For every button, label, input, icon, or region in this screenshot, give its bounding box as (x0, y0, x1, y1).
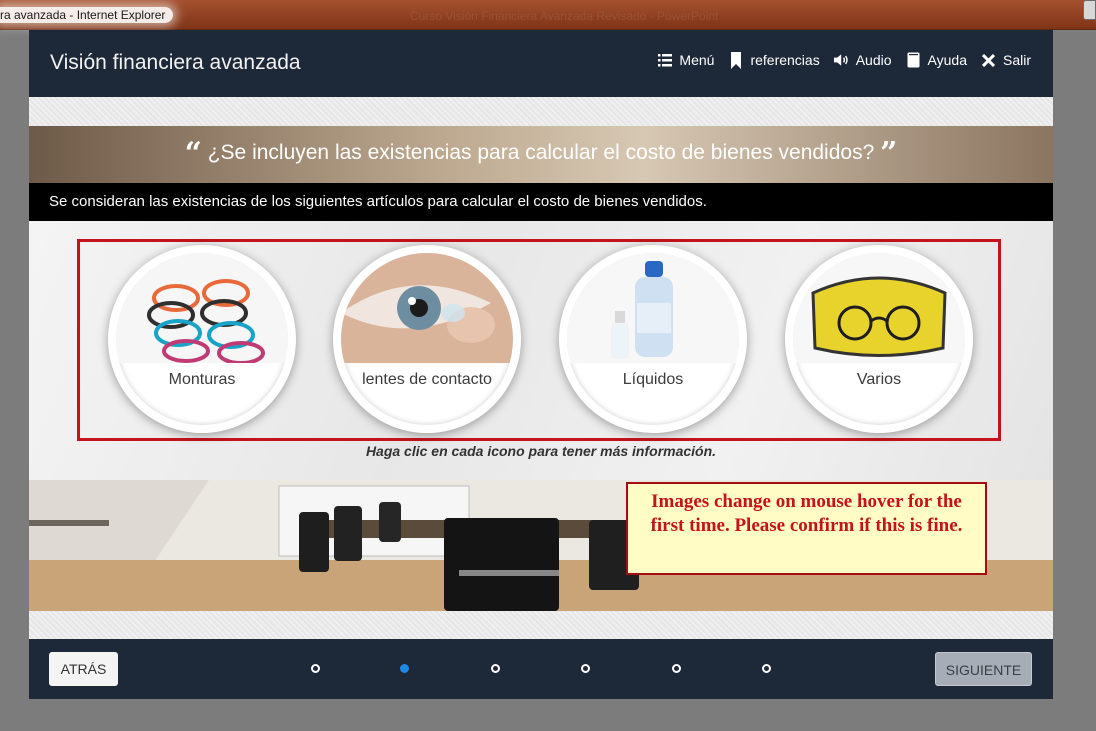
review-note: Images change on mouse hover for the fir… (626, 482, 987, 575)
window-title: ra avanzada - Internet Explorer (0, 7, 174, 23)
page-dot[interactable] (762, 664, 771, 673)
question-label: ¿Se incluyen las existencias para calcul… (207, 141, 875, 164)
page-dot[interactable] (672, 664, 681, 673)
window-control-button[interactable] (1083, 0, 1096, 20)
course-title: Visión financiera avanzada (50, 51, 301, 74)
help-label: Ayuda (927, 52, 967, 68)
top-navigation: Menú referencias Audio Ayuda Salir (657, 51, 1031, 69)
icon-label: Monturas (168, 371, 236, 388)
speaker-icon (833, 52, 850, 68)
help-icon (906, 52, 922, 68)
icons-area: Monturas lentes de contacto Líquidos Var… (29, 221, 1053, 480)
page-dot-active[interactable] (400, 664, 409, 673)
close-icon (981, 52, 997, 68)
lens-solution-bottles-image (567, 253, 739, 363)
background-window-title: Curso Visión Financiera Avanzada Revisad… (410, 9, 719, 23)
icon-lentes-de-contacto[interactable]: lentes de contacto (333, 245, 521, 433)
page-dot[interactable] (491, 664, 500, 673)
page-dot[interactable] (311, 664, 320, 673)
eyeglass-frames-image (116, 253, 288, 363)
menu-button[interactable]: Menú (657, 52, 714, 68)
glasses-case-image (793, 253, 965, 363)
question-banner: “ ¿Se incluyen las existencias para calc… (29, 126, 1053, 183)
menu-icon (657, 52, 673, 68)
icon-label: lentes de contacto (362, 371, 492, 388)
icon-label: Líquidos (622, 371, 684, 388)
icon-liquidos-inner: Líquidos (567, 253, 739, 425)
texture-strip-bottom (29, 611, 1053, 639)
player-footer: ATRÁS SIGUIENTE (29, 639, 1053, 699)
contact-lens-image (341, 253, 513, 363)
player-header: Visión financiera avanzada Menú referenc… (29, 30, 1053, 97)
next-button[interactable]: SIGUIENTE (935, 652, 1032, 686)
icon-varios[interactable]: Varios (785, 245, 973, 433)
question-text: “ ¿Se incluyen las existencias para calc… (29, 136, 1053, 171)
close-quote-icon: ” (880, 136, 898, 171)
window-titlebar: ra avanzada - Internet Explorer Curso Vi… (0, 0, 1096, 30)
open-quote-icon: “ (184, 136, 202, 171)
page-indicator (29, 639, 1053, 699)
audio-label: Audio (855, 52, 892, 68)
references-button[interactable]: referencias (728, 51, 820, 69)
texture-strip (29, 97, 1053, 126)
statement-text: Se consideran las existencias de los sig… (49, 193, 707, 210)
icon-monturas-inner: Monturas (116, 253, 288, 425)
audio-button[interactable]: Audio (833, 52, 892, 68)
exit-label: Salir (1002, 52, 1031, 68)
course-player: Visión financiera avanzada Menú referenc… (29, 30, 1053, 699)
icon-varios-inner: Varios (793, 253, 965, 425)
icon-label: Varios (856, 371, 902, 388)
icon-lentes-inner: lentes de contacto (341, 253, 513, 425)
statement-bar: Se consideran las existencias de los sig… (29, 183, 1053, 221)
instruction-text: Haga clic en cada icono para tener más i… (365, 443, 717, 459)
exit-button[interactable]: Salir (981, 52, 1031, 68)
icon-liquidos[interactable]: Líquidos (559, 245, 747, 433)
icon-monturas[interactable]: Monturas (108, 245, 296, 433)
help-button[interactable]: Ayuda (906, 52, 967, 68)
references-label: referencias (750, 52, 820, 68)
menu-label: Menú (679, 52, 715, 68)
bookmark-icon (728, 51, 744, 69)
page-dot[interactable] (581, 664, 590, 673)
